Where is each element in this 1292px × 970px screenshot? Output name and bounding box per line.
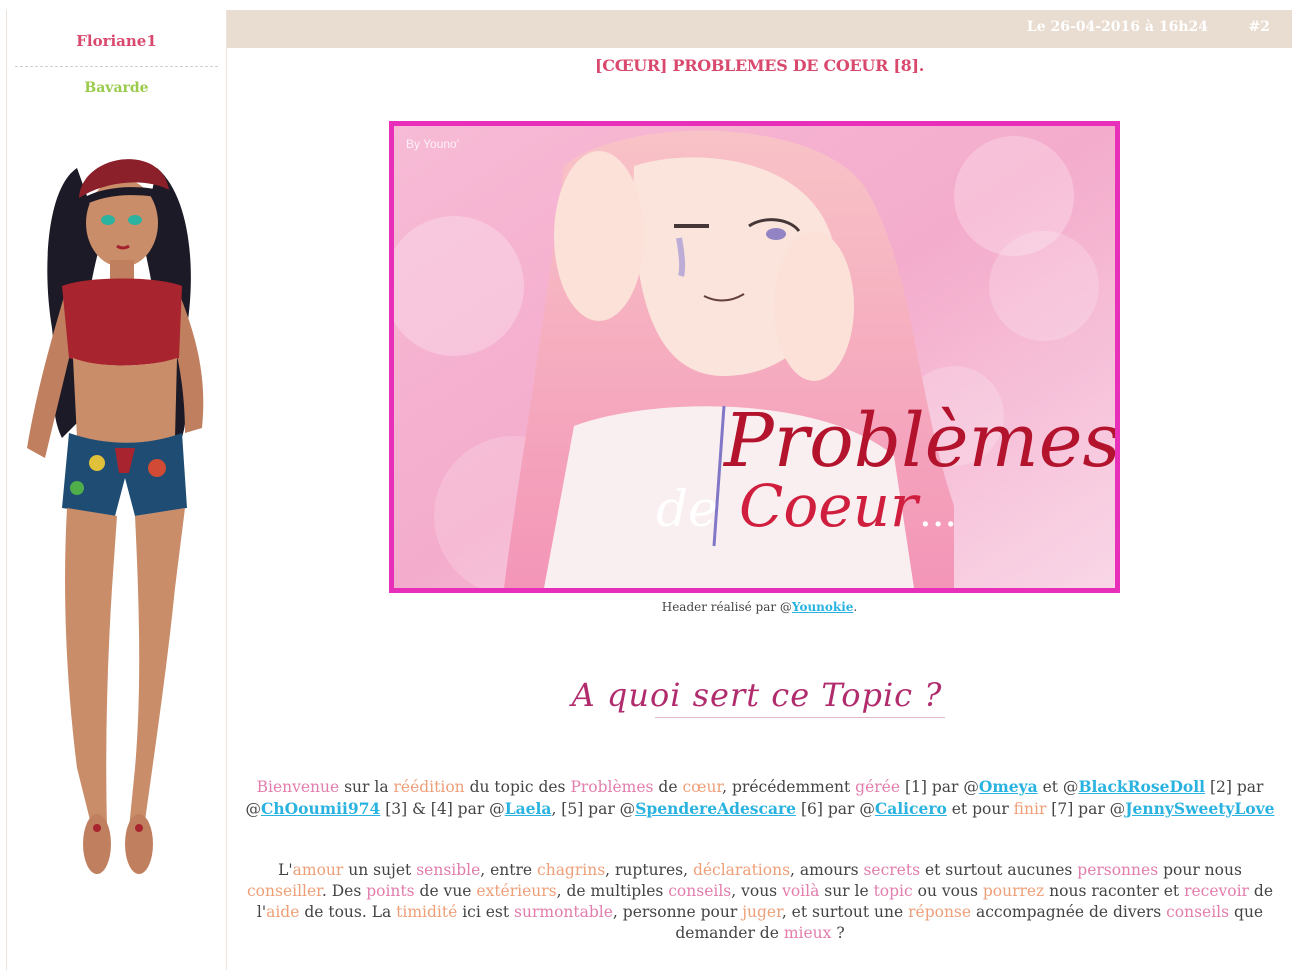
desc-text: , ruptures, xyxy=(605,861,693,879)
intro-text: et pour xyxy=(946,800,1014,818)
desc-word: timidité xyxy=(396,903,458,921)
description-paragraph: L'amour un sujet sensible, entre chagrin… xyxy=(240,860,1280,944)
desc-text: pour nous xyxy=(1158,861,1242,879)
intro-word: Problèmes xyxy=(570,778,654,796)
desc-word: mieux xyxy=(783,924,832,942)
credit-prefix: Header réalisé par @ xyxy=(661,600,792,614)
desc-text: et surtout aucunes xyxy=(920,861,1078,879)
desc-word: aide xyxy=(266,903,300,921)
intro-text: , précédemment xyxy=(722,778,856,796)
desc-text: nous raconter et xyxy=(1044,882,1185,900)
desc-text: de tous. La xyxy=(299,903,397,921)
user-mention-link[interactable]: SpendereAdescare xyxy=(635,799,796,818)
intro-word: gérée xyxy=(855,778,901,796)
desc-text: ou vous xyxy=(912,882,983,900)
banner-watermark: By Youno' xyxy=(406,137,459,151)
intro-text: , [5] par @ xyxy=(551,800,636,818)
user-mention-link[interactable]: Omeya xyxy=(979,777,1038,796)
desc-word: conseils xyxy=(668,882,732,900)
user-divider xyxy=(15,66,218,67)
post-date: Le 26-04-2016 à 16h24 xyxy=(1026,19,1208,35)
intro-text: [6] par @ xyxy=(796,800,875,818)
post-header-bar: Le 26-04-2016 à 16h24 #2 xyxy=(227,10,1292,48)
username[interactable]: Floriane1 xyxy=(7,32,226,50)
desc-word: topic xyxy=(873,882,913,900)
topic-banner-image: By Youno' Problèmes de Coeur ... xyxy=(389,121,1120,593)
desc-text: ? xyxy=(831,924,845,942)
desc-text: ici est xyxy=(457,903,515,921)
user-mention-link[interactable]: Laela xyxy=(505,799,552,818)
desc-word: points xyxy=(366,882,415,900)
desc-text: , entre xyxy=(480,861,538,879)
desc-text: , amours xyxy=(790,861,864,879)
desc-text: L' xyxy=(278,861,293,879)
credit-author-link[interactable]: Younokie xyxy=(792,600,854,614)
user-mention-link[interactable]: Calicero xyxy=(875,799,947,818)
intro-text: du topic des xyxy=(464,778,571,796)
intro-word: Bienvenue xyxy=(256,778,340,796)
desc-text: , de multiples xyxy=(556,882,669,900)
desc-text: , et surtout une xyxy=(781,903,909,921)
intro-word: réédition xyxy=(393,778,465,796)
desc-word: déclarations xyxy=(692,861,791,879)
desc-word: sensible xyxy=(416,861,481,879)
desc-word: conseils xyxy=(1166,903,1230,921)
banner-title-line2: Coeur xyxy=(739,472,921,540)
intro-word: finir xyxy=(1013,800,1047,818)
desc-word: juger xyxy=(742,903,782,921)
desc-word: recevoir xyxy=(1184,882,1249,900)
intro-text: [3] & [4] par @ xyxy=(380,800,505,818)
credit-suffix: . xyxy=(853,600,858,614)
user-avatar[interactable] xyxy=(7,128,228,908)
desc-word: secrets xyxy=(863,861,921,879)
desc-word: chagrins xyxy=(537,861,606,879)
user-mention-link[interactable]: BlackRoseDoll xyxy=(1078,777,1205,796)
desc-word: amour xyxy=(292,861,344,879)
user-rank: Bavarde xyxy=(84,80,149,96)
banner-title-dots: ... xyxy=(919,490,957,536)
user-mention-link[interactable]: JennySweetyLove xyxy=(1125,799,1274,818)
desc-text: de vue xyxy=(414,882,477,900)
desc-text: . Des xyxy=(321,882,367,900)
desc-word: extérieurs xyxy=(476,882,557,900)
user-mention-link[interactable]: ChOoumii974 xyxy=(261,799,380,818)
intro-text: de xyxy=(653,778,683,796)
desc-word: personnes xyxy=(1077,861,1159,879)
desc-word: surmontable xyxy=(514,903,613,921)
desc-text: , personne pour xyxy=(612,903,743,921)
post-title: [CŒUR] PROBLEMES DE COEUR [8]. xyxy=(594,56,925,75)
desc-text: sur le xyxy=(819,882,874,900)
desc-text: , vous xyxy=(731,882,783,900)
desc-word: conseiller xyxy=(247,882,322,900)
desc-word: voilà xyxy=(782,882,820,900)
intro-text: [7] par @ xyxy=(1046,800,1126,818)
intro-text: et @ xyxy=(1037,778,1079,796)
desc-word: réponse xyxy=(908,903,972,921)
intro-paragraph: Bienvenue sur la réédition du topic des … xyxy=(240,776,1280,820)
intro-word: cœur xyxy=(682,778,723,796)
intro-text: sur la xyxy=(339,778,394,796)
desc-text: un sujet xyxy=(343,861,417,879)
desc-text: accompagnée de divers xyxy=(971,903,1167,921)
section-heading-underline xyxy=(655,717,945,718)
user-panel: Floriane1 Bavarde xyxy=(6,10,227,970)
banner-credit: Header réalisé par @Younokie. xyxy=(227,600,1292,614)
desc-word: pourrez xyxy=(982,882,1045,900)
post-number-link[interactable]: #2 xyxy=(1249,19,1270,35)
section-heading: A quoi sert ce Topic ? xyxy=(571,676,943,714)
banner-title-de: de xyxy=(656,480,718,538)
banner-artwork: By Youno' Problèmes de Coeur ... xyxy=(394,126,1115,588)
intro-text: [1] par @ xyxy=(900,778,979,796)
